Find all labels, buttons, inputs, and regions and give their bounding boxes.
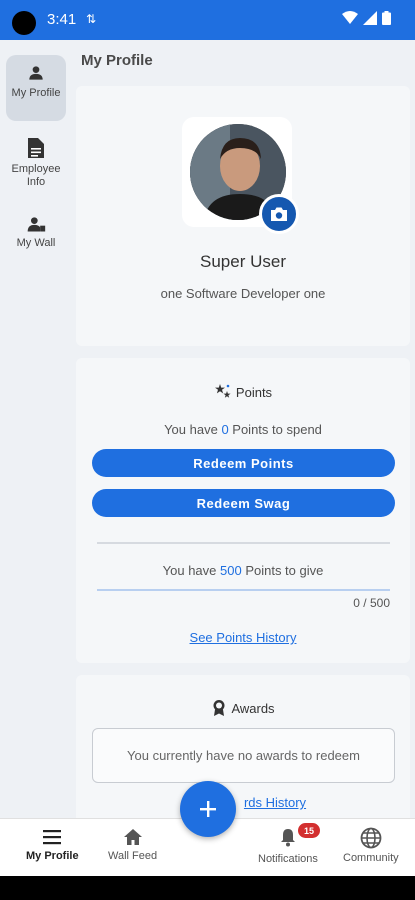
rail-item-label: Employee Info	[11, 163, 61, 188]
spend-prefix: You have	[164, 422, 222, 437]
plus-icon	[200, 801, 216, 817]
points-to-give-text: You have 500 Points to give	[76, 563, 410, 578]
profile-card: Super User one Software Developer one	[76, 86, 410, 346]
give-prefix: You have	[162, 563, 220, 578]
signal-icon	[363, 11, 377, 25]
award-ribbon-icon	[213, 700, 225, 716]
document-icon	[28, 138, 44, 158]
system-gesture-bar	[0, 876, 415, 900]
points-to-spend-value: 0	[221, 422, 229, 437]
globe-icon	[360, 827, 382, 849]
person-group-icon	[27, 217, 46, 232]
profile-role: one Software Developer one	[160, 286, 326, 301]
menu-icon	[43, 830, 62, 845]
camera-icon	[271, 207, 287, 221]
nav-my-profile[interactable]: My Profile	[26, 827, 79, 862]
home-icon	[123, 829, 142, 845]
points-heading-label: Points	[235, 384, 273, 400]
redeem-points-button[interactable]: Redeem Points	[92, 449, 395, 477]
awards-heading-label: Awards	[231, 700, 275, 716]
profile-name: Super User	[200, 252, 286, 271]
points-to-spend-text: You have 0 Points to spend	[76, 422, 410, 437]
nav-community[interactable]: Community	[343, 827, 399, 864]
notifications-badge: 15	[297, 823, 320, 838]
give-suffix: Points to give	[241, 563, 324, 578]
rail-item-employee-info[interactable]: Employee Info	[6, 137, 66, 193]
nav-wall-feed[interactable]: Wall Feed	[108, 827, 157, 862]
rail-item-my-wall[interactable]: My Wall	[6, 215, 66, 259]
points-card: Points You have 0 Points to spend Redeem…	[76, 358, 410, 663]
nav-label: Wall Feed	[108, 850, 158, 862]
rail-item-label: My Wall	[16, 237, 56, 249]
redeem-swag-button[interactable]: Redeem Swag	[92, 489, 395, 517]
status-time: 3:41	[47, 11, 77, 28]
side-navigation-rail: My Profile Employee Info My Wall	[0, 40, 72, 818]
rail-item-my-profile[interactable]: My Profile	[6, 55, 66, 121]
awards-history-link[interactable]: rds History	[76, 795, 410, 810]
points-to-give-value: 500	[220, 563, 242, 578]
points-given-progress-bar	[97, 589, 390, 591]
nav-label: My Profile	[26, 850, 79, 862]
nav-notifications[interactable]: 15 Notifications	[258, 823, 320, 865]
add-fab-button[interactable]	[180, 781, 236, 837]
awards-card: Awards You currently have no awards to r…	[76, 675, 410, 825]
points-heading: Points	[76, 383, 410, 401]
person-icon	[29, 66, 43, 80]
awards-empty-state: You currently have no awards to redeem	[92, 728, 395, 783]
status-bar: 3:41 ⇅	[0, 0, 415, 40]
battery-icon	[382, 11, 391, 25]
stars-icon	[214, 384, 231, 398]
page-title: My Profile	[81, 52, 153, 69]
points-given-progress-label: 0 / 500	[353, 596, 390, 610]
camera-cutout	[12, 11, 36, 35]
see-points-history-link[interactable]: See Points History	[76, 630, 410, 645]
wifi-icon	[342, 11, 358, 24]
spend-suffix: Points to spend	[228, 422, 322, 437]
status-icons	[342, 11, 391, 25]
rail-item-label: My Profile	[11, 87, 61, 99]
bell-wrapper: 15	[278, 823, 320, 853]
bell-icon	[280, 829, 295, 847]
nav-label: Notifications	[258, 853, 318, 865]
divider	[97, 542, 390, 544]
awards-heading: Awards	[76, 699, 410, 717]
data-activity-icon: ⇅	[86, 12, 97, 26]
change-photo-button[interactable]	[259, 194, 299, 234]
nav-label: Community	[343, 852, 399, 864]
